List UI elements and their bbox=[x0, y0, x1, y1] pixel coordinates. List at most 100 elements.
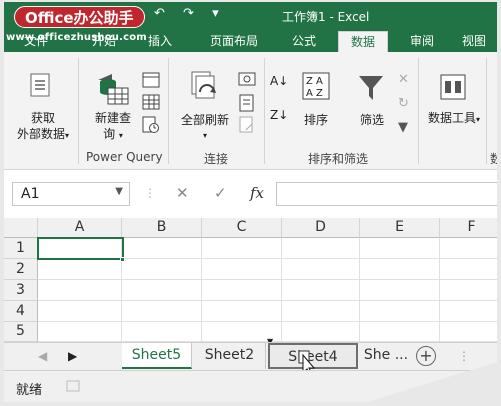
cell-c1[interactable] bbox=[202, 238, 282, 259]
cell-e5[interactable] bbox=[360, 322, 440, 342]
cell-e2[interactable] bbox=[360, 259, 440, 280]
new-query-icon bbox=[98, 74, 129, 105]
cell-a3[interactable] bbox=[38, 280, 122, 301]
cell-b2[interactable] bbox=[122, 259, 202, 280]
show-queries-icon[interactable] bbox=[142, 72, 160, 88]
excel-window: ↶ ↷ ▾ 工作簿1 - Excel 文件 开始 插入 页面布局 公式 数据 审… bbox=[4, 2, 497, 402]
cell-f5[interactable] bbox=[440, 322, 497, 342]
row-header-4[interactable]: 4 bbox=[4, 301, 38, 322]
group-label-next: 数 bbox=[490, 152, 497, 166]
tab-formulas[interactable]: 公式 bbox=[284, 31, 324, 52]
tab-review[interactable]: 审阅 bbox=[402, 31, 442, 52]
edit-links-icon[interactable] bbox=[238, 116, 256, 134]
cell-d4[interactable] bbox=[282, 301, 360, 322]
confirm-edit-button[interactable]: ✓ bbox=[214, 184, 227, 202]
cell-a2[interactable] bbox=[38, 259, 122, 280]
chevron-down-icon: ▾ bbox=[202, 131, 207, 140]
cell-c2[interactable] bbox=[202, 259, 282, 280]
cell-a4[interactable] bbox=[38, 301, 122, 322]
page-fold-decoration bbox=[367, 362, 497, 402]
row-header-5[interactable]: 5 bbox=[4, 322, 38, 342]
new-query-line2: 询 bbox=[103, 127, 116, 141]
from-table-icon[interactable] bbox=[142, 94, 160, 110]
reapply-filter-icon[interactable]: ↻ bbox=[398, 96, 409, 111]
connections-icon[interactable] bbox=[238, 72, 256, 88]
fill-handle[interactable] bbox=[120, 257, 125, 262]
cell-f4[interactable] bbox=[440, 301, 497, 322]
undo-button[interactable]: ↶ bbox=[154, 6, 165, 21]
cell-b4[interactable] bbox=[122, 301, 202, 322]
sort-label: 排序 bbox=[303, 113, 328, 127]
tab-data[interactable]: 数据 bbox=[338, 31, 388, 52]
redo-button[interactable]: ↷ bbox=[183, 6, 194, 21]
advanced-filter-icon[interactable]: ▼ bbox=[398, 120, 408, 135]
next-sheet-icon[interactable]: ▶ bbox=[68, 349, 77, 363]
clear-filter-icon[interactable]: ✕ bbox=[398, 72, 409, 87]
macro-record-icon[interactable] bbox=[66, 380, 80, 392]
recent-sources-icon[interactable] bbox=[142, 116, 160, 134]
customize-toolbar-button[interactable]: ▾ bbox=[212, 6, 219, 21]
filter-funnel-icon bbox=[359, 76, 383, 100]
cell-b5[interactable] bbox=[122, 322, 202, 342]
group-label-sort-filter: 排序和筛选 bbox=[308, 152, 369, 166]
row-header-2[interactable]: 2 bbox=[4, 259, 38, 280]
external-data-icon bbox=[30, 73, 50, 97]
cell-f1[interactable] bbox=[440, 238, 497, 259]
svg-text:Z A: Z A bbox=[306, 76, 323, 87]
column-header-f[interactable]: F bbox=[440, 218, 497, 238]
data-tools-icon bbox=[440, 74, 466, 100]
status-text: 就绪 bbox=[16, 383, 43, 398]
quick-access-toolbar: ↶ ↷ ▾ bbox=[154, 6, 233, 21]
column-header-b[interactable]: B bbox=[122, 218, 202, 238]
cell-e1[interactable] bbox=[360, 238, 440, 259]
sheet-tab-sheet2[interactable]: Sheet2 bbox=[194, 343, 266, 369]
group-label-power-query: Power Query bbox=[86, 150, 163, 164]
insert-function-button[interactable]: fx bbox=[250, 184, 264, 202]
formula-input[interactable] bbox=[276, 182, 497, 206]
cancel-edit-button[interactable]: ✕ bbox=[176, 184, 189, 202]
properties-icon[interactable] bbox=[238, 94, 256, 112]
formula-bar: A1 ▼ ⋮ ✕ ✓ fx bbox=[4, 176, 497, 214]
column-header-e[interactable]: E bbox=[360, 218, 440, 238]
column-header-a[interactable]: A bbox=[38, 218, 122, 238]
group-label-connections: 连接 bbox=[204, 152, 229, 166]
sort-za-button[interactable]: Z↓ bbox=[270, 108, 288, 122]
ribbon-data: 获取 外部数据▾ 新建查 询 ▾ Power Query 全部刷新 ▾ 连接 A… bbox=[4, 52, 497, 170]
refresh-icon bbox=[191, 71, 216, 99]
select-all-corner[interactable] bbox=[4, 218, 38, 238]
sort-az-button[interactable]: A↓ bbox=[270, 74, 288, 88]
cell-a5[interactable] bbox=[38, 322, 122, 342]
row-header-1[interactable]: 1 bbox=[4, 238, 38, 259]
cell-d3[interactable] bbox=[282, 280, 360, 301]
tab-scroll-grip[interactable]: ⋮ bbox=[458, 349, 470, 363]
active-cell-a1[interactable] bbox=[37, 237, 124, 260]
cell-c3[interactable] bbox=[202, 280, 282, 301]
cell-d2[interactable] bbox=[282, 259, 360, 280]
group-divider bbox=[78, 58, 79, 164]
column-header-d[interactable]: D bbox=[282, 218, 360, 238]
cell-d1[interactable] bbox=[282, 238, 360, 259]
cell-f3[interactable] bbox=[440, 280, 497, 301]
cell-f2[interactable] bbox=[440, 259, 497, 280]
cell-e3[interactable] bbox=[360, 280, 440, 301]
svg-text:A Z: A Z bbox=[306, 88, 323, 99]
cell-b3[interactable] bbox=[122, 280, 202, 301]
cell-b1[interactable] bbox=[122, 238, 202, 259]
new-query-line1: 新建查 bbox=[94, 111, 131, 125]
chevron-down-icon: ▾ bbox=[118, 131, 123, 140]
column-header-c[interactable]: C bbox=[202, 218, 282, 238]
cell-e4[interactable] bbox=[360, 301, 440, 322]
tab-page-layout[interactable]: 页面布局 bbox=[200, 31, 268, 52]
prev-sheet-icon[interactable]: ◀ bbox=[38, 349, 47, 363]
formula-bar-grip: ⋮ bbox=[144, 186, 156, 200]
cell-d5[interactable] bbox=[282, 322, 360, 342]
tab-view[interactable]: 视图 bbox=[454, 31, 494, 52]
cell-c4[interactable] bbox=[202, 301, 282, 322]
row-header-3[interactable]: 3 bbox=[4, 280, 38, 301]
get-external-line1: 获取 bbox=[30, 111, 55, 125]
name-box-value: A1 bbox=[21, 186, 40, 202]
chevron-down-icon[interactable]: ▼ bbox=[115, 186, 123, 197]
name-box[interactable]: A1 ▼ bbox=[12, 182, 130, 206]
sheet-tab-sheet5[interactable]: Sheet5 bbox=[122, 343, 192, 369]
window-title: 工作簿1 - Excel bbox=[282, 10, 370, 24]
